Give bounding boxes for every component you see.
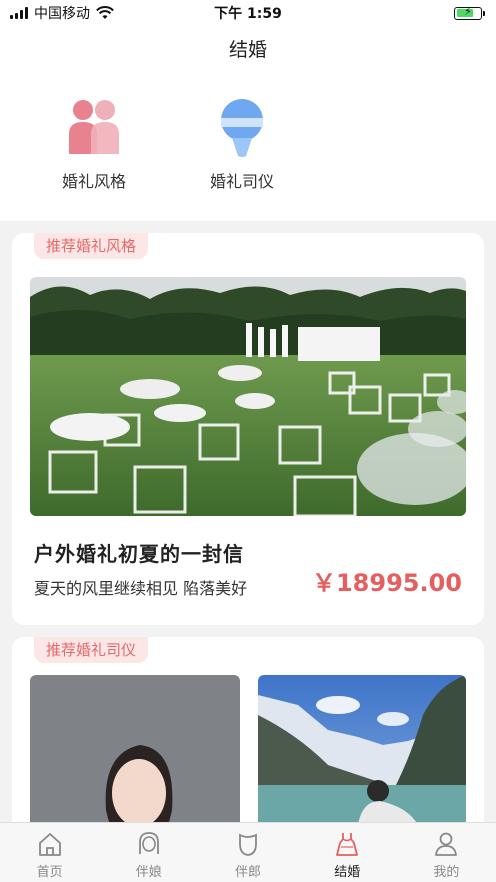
wifi-icon bbox=[96, 6, 114, 19]
category-label: 婚礼司仪 bbox=[209, 172, 274, 191]
section-tag: 推荐婚礼司仪 bbox=[34, 637, 149, 663]
bridesmaid-icon bbox=[138, 832, 159, 854]
tab-label: 结婚 bbox=[334, 865, 361, 880]
status-left: 中国移动 bbox=[10, 3, 114, 23]
post-title[interactable]: 户外婚礼初夏的一封信 bbox=[34, 538, 244, 567]
tab-home[interactable]: 首页 bbox=[0, 823, 99, 882]
tab-bridesmaid[interactable]: 伴娘 bbox=[99, 823, 198, 882]
tab-profile[interactable]: 我的 bbox=[397, 823, 496, 882]
tab-label: 我的 bbox=[433, 865, 460, 880]
tab-wedding[interactable]: 结婚 bbox=[298, 823, 397, 882]
wedding-venue-photo[interactable] bbox=[30, 277, 466, 516]
tab-label: 伴郎 bbox=[235, 865, 262, 880]
category-wedding-style[interactable]: 婚礼风格 bbox=[32, 76, 156, 221]
home-icon bbox=[38, 833, 61, 856]
profile-icon bbox=[435, 832, 458, 856]
section-tag: 推荐婚礼风格 bbox=[34, 233, 149, 259]
carrier-label: 中国移动 bbox=[34, 6, 90, 22]
post-subtitle: 夏天的风里继续相见 陷落美好 bbox=[34, 579, 248, 598]
groomsman-icon bbox=[239, 833, 257, 856]
tab-groomsman[interactable]: 伴郎 bbox=[198, 823, 297, 882]
category-label: 婚礼风格 bbox=[61, 172, 126, 191]
bottom-tab-bar: 首页 伴娘 伴郎 结婚 我的 bbox=[0, 822, 496, 882]
microphone-icon bbox=[221, 99, 263, 157]
tab-label: 伴娘 bbox=[135, 865, 162, 880]
tab-label: 首页 bbox=[36, 865, 63, 880]
battery-icon: ⚡ bbox=[454, 5, 485, 20]
category-row: 婚礼风格 婚礼司仪 bbox=[0, 76, 496, 221]
recommended-style-card[interactable]: 推荐婚礼风格 户外婚礼初夏的一封信 夏天的风里继续相见 陷落美好 ￥18995.… bbox=[12, 233, 484, 625]
wedding-dress-icon bbox=[336, 833, 359, 856]
category-wedding-host[interactable]: 婚礼司仪 bbox=[180, 76, 304, 221]
couple-icon bbox=[69, 100, 119, 154]
page-title: 结婚 bbox=[0, 26, 496, 76]
status-bar: 中国移动 下午 1:59 ⚡ bbox=[0, 0, 496, 26]
post-price: ￥18995.00 bbox=[311, 569, 462, 597]
signal-icon bbox=[10, 7, 28, 19]
